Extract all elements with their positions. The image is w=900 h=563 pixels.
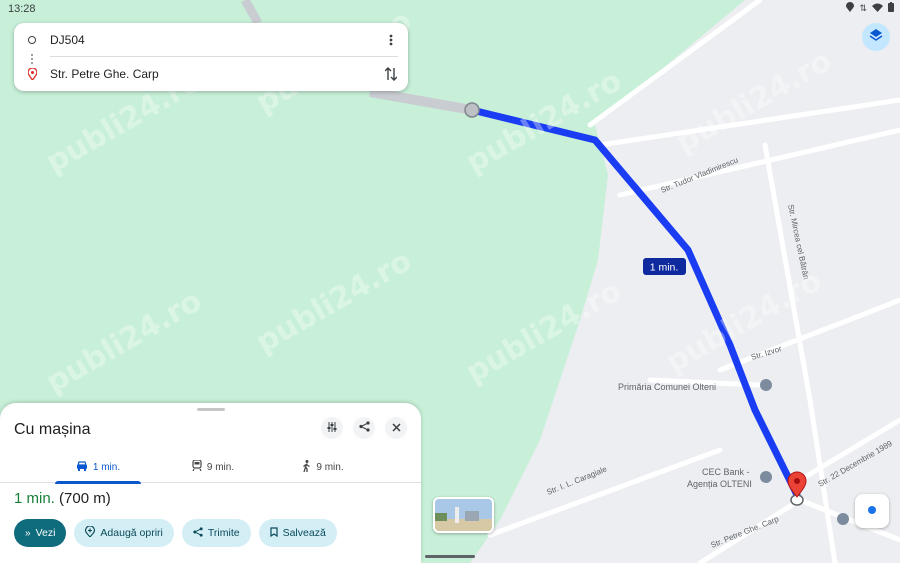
add-stops-label: Adaugă opriri bbox=[100, 527, 163, 539]
destination-pin[interactable] bbox=[787, 471, 807, 506]
share-icon bbox=[358, 421, 370, 435]
my-location-button[interactable] bbox=[855, 494, 889, 528]
gesture-nav-bar[interactable] bbox=[425, 555, 475, 558]
route-distance: (700 m) bbox=[59, 490, 111, 507]
chevrons-icon: » bbox=[25, 527, 31, 539]
layers-button[interactable] bbox=[862, 23, 890, 51]
action-buttons: » Vezi Adaugă opriri Trimite Salvează bbox=[14, 519, 337, 547]
tab-label: 9 min. bbox=[316, 461, 344, 473]
close-icon bbox=[391, 421, 401, 435]
tab-driving[interactable]: 1 min. bbox=[55, 451, 141, 484]
route-start-marker[interactable] bbox=[464, 102, 480, 118]
street-view-thumbnail[interactable] bbox=[433, 497, 494, 533]
go-button[interactable]: » Vezi bbox=[14, 519, 67, 547]
poi-icon[interactable] bbox=[837, 513, 849, 525]
origin-input[interactable]: DJ504 bbox=[50, 33, 374, 47]
destination-input[interactable]: Str. Petre Ghe. Carp bbox=[50, 67, 374, 81]
destination-pin-icon bbox=[14, 68, 50, 80]
route-time-badge: 1 min. bbox=[643, 258, 686, 275]
share-button[interactable] bbox=[353, 417, 375, 439]
town-hall-icon[interactable] bbox=[760, 379, 772, 391]
tab-walking[interactable]: 9 min. bbox=[280, 451, 366, 483]
send-label: Trimite bbox=[207, 527, 240, 539]
status-icons: ⇅ bbox=[846, 2, 894, 15]
tab-transit[interactable]: 9 min. bbox=[170, 451, 256, 483]
tune-icon bbox=[327, 421, 337, 435]
origin-row[interactable]: DJ504 bbox=[14, 24, 408, 56]
bookmark-icon bbox=[269, 526, 278, 540]
save-label: Salvează bbox=[282, 527, 326, 539]
go-label: Vezi bbox=[35, 527, 56, 539]
battery-icon bbox=[888, 2, 894, 15]
walk-icon bbox=[302, 459, 311, 475]
destination-row[interactable]: Str. Petre Ghe. Carp bbox=[14, 58, 408, 90]
location-status-icon bbox=[846, 2, 855, 15]
wifi-icon bbox=[872, 3, 883, 15]
poi-label: Primăria Comunei Olteni bbox=[618, 382, 716, 392]
layers-icon bbox=[869, 28, 883, 47]
save-button[interactable]: Salvează bbox=[258, 519, 337, 547]
car-icon bbox=[76, 460, 88, 474]
origin-circle-icon bbox=[28, 36, 36, 44]
directions-bottom-sheet: Cu mașina 1 min. 9 min. 9 min. 1 min. (7… bbox=[0, 403, 421, 563]
add-stop-icon bbox=[85, 525, 96, 540]
poi-label: Agenția OLTENI bbox=[687, 479, 752, 489]
divider bbox=[50, 56, 398, 57]
status-time: 13:28 bbox=[8, 3, 36, 15]
directions-card: DJ504 Str. Petre Ghe. Carp bbox=[14, 23, 408, 91]
add-stops-button[interactable]: Adaugă opriri bbox=[74, 519, 174, 547]
travel-mode-tabs: 1 min. 9 min. 9 min. bbox=[0, 451, 421, 484]
my-location-icon bbox=[867, 502, 877, 520]
close-button[interactable] bbox=[385, 417, 407, 439]
route-time-text: 1 min. bbox=[650, 262, 679, 274]
status-bar: 13:28 ⇅ bbox=[0, 0, 900, 18]
poi-label: CEC Bank - bbox=[702, 467, 750, 477]
drag-handle[interactable] bbox=[197, 408, 225, 411]
sheet-title: Cu mașina bbox=[14, 421, 91, 438]
route-duration: 1 min. bbox=[14, 490, 55, 507]
more-options-icon[interactable] bbox=[374, 34, 408, 46]
tab-label: 1 min. bbox=[92, 461, 121, 473]
bank-icon[interactable] bbox=[760, 471, 772, 483]
swap-icon[interactable] bbox=[374, 67, 408, 81]
share-icon bbox=[193, 526, 203, 540]
tab-label: 9 min. bbox=[206, 461, 235, 473]
sheet-actions bbox=[321, 417, 407, 439]
route-options-button[interactable] bbox=[321, 417, 343, 439]
train-icon bbox=[192, 459, 202, 474]
sync-icon: ⇅ bbox=[859, 3, 867, 13]
send-button[interactable]: Trimite bbox=[181, 519, 251, 547]
route-summary: 1 min. (700 m) bbox=[14, 490, 111, 507]
